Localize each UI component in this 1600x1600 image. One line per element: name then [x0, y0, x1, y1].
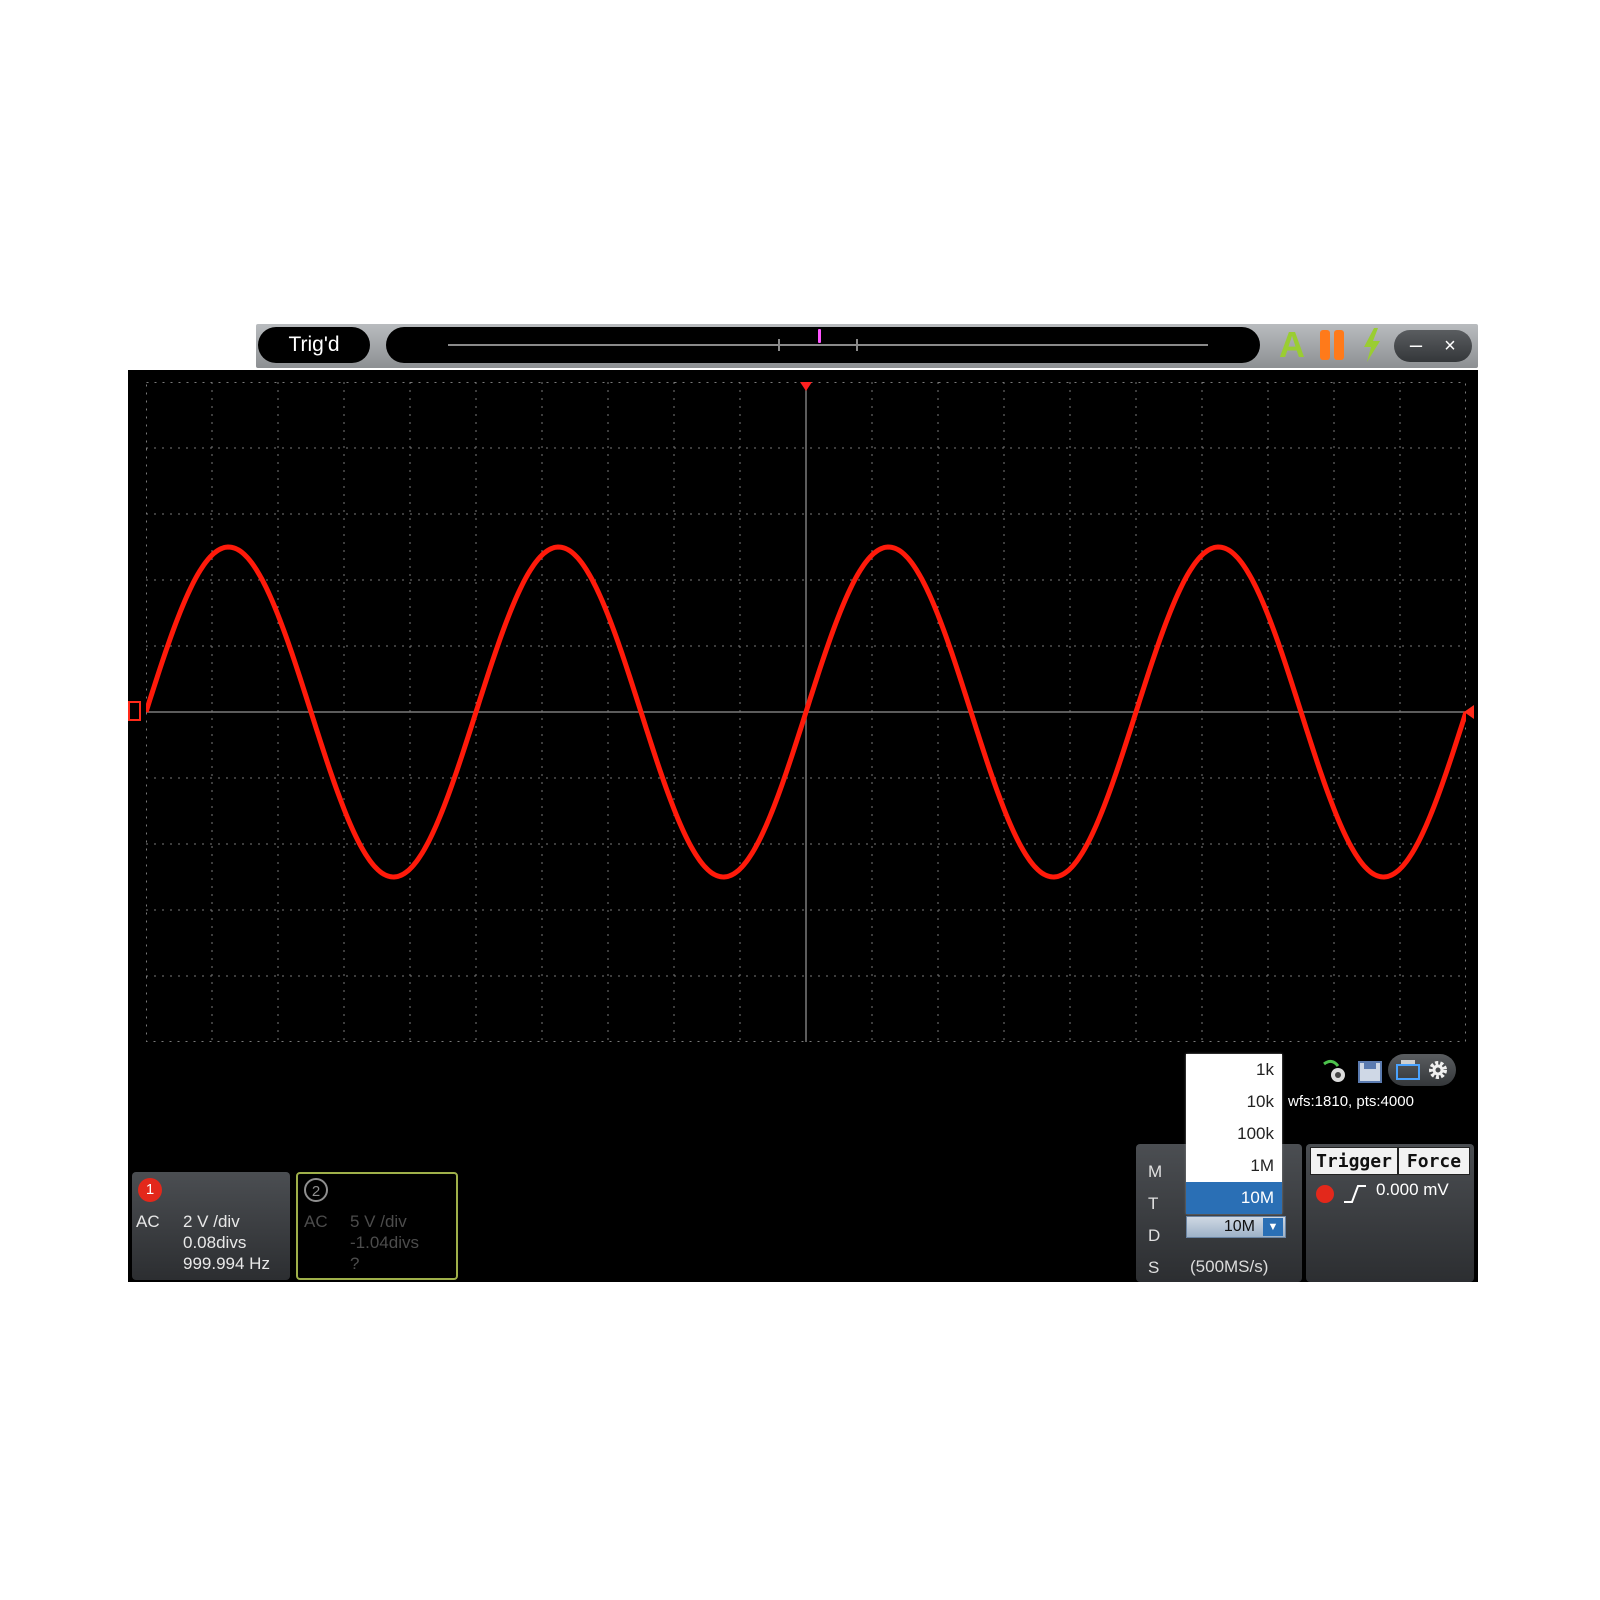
pause-button[interactable]: [1320, 330, 1346, 360]
sample-rate: (500MS/s): [1190, 1257, 1269, 1276]
channel1-frequency: 999.994 Hz: [183, 1254, 270, 1273]
timeline-tick: [856, 339, 858, 351]
depth-option-selected[interactable]: 10M: [1186, 1182, 1282, 1214]
trigger-level: 0.000 mV: [1376, 1180, 1449, 1199]
single-shot-button[interactable]: [1360, 328, 1384, 362]
depth-option[interactable]: 1k: [1186, 1054, 1282, 1086]
display-settings-group: [1388, 1054, 1456, 1086]
pause-icon: [1334, 330, 1344, 360]
display-icon[interactable]: [1394, 1057, 1422, 1083]
timeline-tick: [778, 339, 780, 351]
channel1-badge: 1: [138, 1178, 162, 1202]
channel2-coupling: AC: [304, 1212, 328, 1231]
trigger-source-group: [1316, 1185, 1366, 1203]
memory-depth-select[interactable]: 10M ▼: [1186, 1216, 1286, 1238]
channel1-volts-div: 2 V /div: [183, 1212, 240, 1231]
memory-depth-dropdown[interactable]: 1k 10k 100k 1M 10M: [1186, 1054, 1282, 1214]
pause-icon: [1320, 330, 1330, 360]
chevron-down-icon[interactable]: ▼: [1263, 1218, 1283, 1236]
minimize-button[interactable]: –: [1400, 330, 1432, 362]
acquisition-info: wfs:1810, pts:4000: [1288, 1093, 1414, 1110]
timebase-position-bar[interactable]: [386, 327, 1260, 363]
timebase-key-time: T: [1148, 1194, 1159, 1213]
trigger-panel: Trigger Force: [1306, 1144, 1474, 1282]
window-controls: – ×: [1394, 330, 1472, 362]
channel2-frequency: ?: [350, 1254, 360, 1273]
trigger-level-marker[interactable]: [1462, 702, 1476, 722]
depth-option[interactable]: 10k: [1186, 1086, 1282, 1118]
close-button[interactable]: ×: [1434, 330, 1466, 362]
waveform-graticule[interactable]: [146, 382, 1466, 1042]
depth-option[interactable]: 1M: [1186, 1150, 1282, 1182]
timeline-track: [448, 344, 1208, 346]
timebase-key-sample: S: [1148, 1258, 1160, 1277]
save-icon: [1358, 1061, 1382, 1083]
rising-edge-icon: [1344, 1185, 1366, 1203]
auto-set-button[interactable]: A: [1274, 325, 1310, 365]
channel1-panel[interactable]: 1 AC 2 V /div 0.08divs 999.994 Hz: [132, 1172, 290, 1280]
trigger-source-icon: [1316, 1185, 1334, 1203]
channel1-offset: 0.08divs: [183, 1233, 247, 1252]
channel1-coupling: AC: [136, 1212, 160, 1231]
trigger-time-marker: [800, 382, 812, 391]
measure-tool-button[interactable]: [1320, 1056, 1350, 1086]
lightning-icon: [1364, 328, 1380, 362]
memory-depth-value: 10M: [1223, 1218, 1255, 1235]
save-button[interactable]: [1356, 1056, 1386, 1086]
timebase-key-mode: M: [1148, 1162, 1163, 1181]
trigger-position-marker[interactable]: [818, 329, 821, 343]
force-button[interactable]: Force: [1398, 1147, 1470, 1175]
depth-option[interactable]: 100k: [1186, 1118, 1282, 1150]
channel2-offset: -1.04divs: [350, 1233, 419, 1252]
gear-icon[interactable]: [1424, 1057, 1452, 1083]
channel2-badge: 2: [304, 1178, 328, 1202]
channel2-panel[interactable]: 2 AC 5 V /div -1.04divs ?: [296, 1172, 458, 1280]
probe-icon: [1323, 1059, 1345, 1082]
timebase-key-depth: D: [1148, 1226, 1161, 1245]
channel2-volts-div: 5 V /div: [350, 1212, 407, 1231]
trigger-button[interactable]: Trigger: [1310, 1147, 1398, 1175]
trigger-status: Trig'd: [258, 327, 370, 363]
channel1-ground-marker[interactable]: [128, 700, 142, 724]
